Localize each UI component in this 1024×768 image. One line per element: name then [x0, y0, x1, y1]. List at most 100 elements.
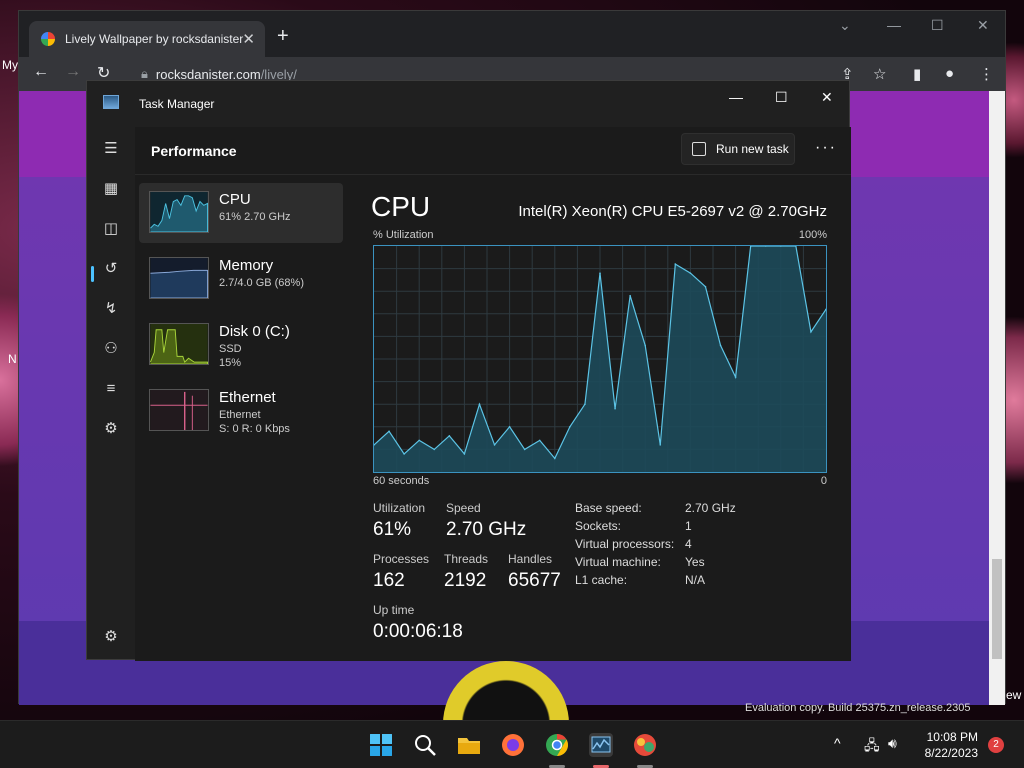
task-manager-icon[interactable]	[589, 733, 613, 757]
cpu-data-point	[629, 294, 631, 297]
cpu-data-point	[719, 344, 722, 347]
cpu-data-point	[674, 263, 677, 265]
tab-search-icon[interactable]: ⌄	[839, 17, 851, 34]
run-task-icon	[692, 142, 706, 156]
page-scrollbar[interactable]	[989, 91, 1005, 705]
spec-key: L1 cache:	[575, 573, 628, 587]
device-item-disk[interactable]: Disk 0 (C:) SSD 15%	[139, 315, 343, 375]
device-subtitle: 2.7/4.0 GB (68%)	[219, 277, 304, 289]
side-panel-icon[interactable]: ▮	[913, 65, 921, 83]
tab-title: Lively Wallpaper by rocksdanister	[65, 32, 244, 46]
menu-kebab-icon[interactable]: ⋮	[979, 65, 994, 83]
cpu-detail-panel: CPU Intel(R) Xeon(R) CPU E5-2697 v2 @ 2.…	[371, 183, 841, 661]
spec-value: 1	[685, 519, 692, 533]
cpu-data-point	[463, 453, 466, 455]
device-list: CPU 61% 2.70 GHz Memory 2.7/4.0 GB (68%)…	[139, 183, 343, 447]
stat-value: 2192	[444, 570, 487, 591]
device-subtitle: 15%	[219, 357, 242, 369]
cpu-data-point	[780, 246, 782, 247]
cpu-data-point	[810, 331, 812, 333]
maximize-icon[interactable]: ☐	[931, 17, 944, 34]
cpu-data-point	[749, 246, 752, 247]
favicon-icon	[41, 32, 55, 46]
performance-icon[interactable]: ◫	[101, 219, 121, 239]
users-icon[interactable]: ⚇	[101, 339, 121, 359]
desktop-icon-label[interactable]: My	[2, 58, 18, 72]
network-icon[interactable]: 🖧	[864, 735, 880, 759]
device-item-memory[interactable]: Memory 2.7/4.0 GB (68%)	[139, 249, 343, 309]
details-icon[interactable]: ≡	[101, 379, 121, 399]
device-item-ethernet[interactable]: Ethernet Ethernet S: 0 R: 0 Kbps	[139, 381, 343, 441]
spec-value: 4	[685, 537, 692, 551]
cpu-data-point	[418, 439, 420, 442]
device-subtitle: S: 0 R: 0 Kbps	[219, 423, 290, 435]
file-explorer-icon[interactable]	[457, 733, 481, 757]
show-hidden-icons-chevron-icon[interactable]: ^	[834, 735, 841, 751]
cpu-data-point	[734, 376, 737, 378]
ethernet-mini-graph	[149, 389, 209, 431]
cpu-data-point	[523, 448, 526, 451]
stat-value: 162	[373, 570, 405, 591]
device-name: Memory	[219, 257, 274, 274]
notification-badge[interactable]: 2	[988, 737, 1004, 753]
new-tab-icon[interactable]: +	[277, 25, 289, 48]
cpu-data-point	[508, 426, 511, 428]
more-options-icon[interactable]: ···	[815, 139, 837, 157]
cpu-data-point	[433, 448, 436, 451]
stat-value: 65677	[508, 570, 561, 591]
cpu-utilization-chart	[373, 245, 827, 473]
hamburger-menu-icon[interactable]: ☰	[101, 139, 121, 159]
active-indicator	[91, 266, 94, 282]
cpu-mini-graph	[149, 191, 209, 233]
device-subtitle: SSD	[219, 343, 242, 355]
minimize-icon[interactable]: —	[729, 89, 743, 105]
nav-rail: ☰ ▦ ◫ ↺ ↯ ⚇ ≡ ⚙ ⚙	[87, 127, 135, 661]
task-manager-window: Task Manager — ☐ ✕ ☰ ▦ ◫ ↺ ↯ ⚇ ≡ ⚙ ⚙ Per…	[86, 80, 851, 661]
y-axis-label: % Utilization	[373, 229, 434, 241]
cpu-data-point	[825, 308, 826, 311]
settings-gear-icon[interactable]: ⚙	[101, 627, 121, 647]
cpu-data-point	[493, 444, 496, 446]
clock[interactable]: 10:08 PM 8/22/2023	[914, 729, 978, 761]
firefox-icon[interactable]	[501, 733, 525, 757]
lively-wallpaper-icon[interactable]	[633, 733, 657, 757]
startup-apps-icon[interactable]: ↯	[101, 299, 121, 319]
minimize-icon[interactable]: —	[887, 17, 901, 33]
stat-label: Utilization	[373, 501, 426, 515]
processes-icon[interactable]: ▦	[101, 179, 121, 199]
close-icon[interactable]: ✕	[821, 89, 833, 106]
stat-value: 2.70 GHz	[446, 519, 527, 540]
scrollbar-thumb[interactable]	[992, 559, 1002, 659]
desktop-icon-label[interactable]: ew	[1006, 688, 1021, 702]
forward-icon[interactable]: →	[65, 63, 81, 81]
cpu-data-point	[704, 285, 707, 288]
cpu-data-point	[538, 439, 541, 442]
spec-key: Virtual machine:	[575, 555, 661, 569]
cpu-data-point	[448, 435, 451, 437]
app-history-icon[interactable]: ↺	[101, 259, 121, 279]
profile-icon[interactable]: ●	[945, 65, 954, 82]
run-new-task-button[interactable]: Run new task	[681, 133, 795, 165]
close-window-icon[interactable]: ✕	[977, 17, 989, 34]
stat-label: Threads	[444, 552, 489, 566]
desktop-icon-label[interactable]: N	[8, 352, 17, 366]
back-icon[interactable]: ←	[33, 63, 49, 81]
clock-time: 10:08 PM	[926, 730, 978, 744]
taskbar: ^ 🖧 🔊︎ 10:08 PM 8/22/2023 2	[0, 720, 1024, 768]
maximize-icon[interactable]: ☐	[775, 89, 788, 106]
spec-key: Sockets:	[575, 519, 622, 533]
cpu-data-point	[659, 444, 662, 446]
start-windows-icon[interactable]	[369, 733, 393, 757]
browser-tab[interactable]: Lively Wallpaper by rocksdanister ✕	[29, 21, 265, 57]
bookmark-star-icon[interactable]: ☆	[873, 65, 886, 83]
device-name: CPU	[219, 191, 251, 208]
device-name: Ethernet	[219, 389, 276, 406]
volume-icon[interactable]: 🔊︎	[888, 735, 897, 752]
close-tab-icon[interactable]: ✕	[242, 30, 255, 48]
tab-strip: Lively Wallpaper by rocksdanister ✕ + ⌄ …	[19, 11, 1005, 57]
services-icon[interactable]: ⚙	[101, 419, 121, 439]
search-icon[interactable]	[413, 733, 437, 757]
x-axis-left-label: 60 seconds	[373, 475, 430, 487]
chrome-icon[interactable]	[545, 733, 569, 757]
device-item-cpu[interactable]: CPU 61% 2.70 GHz	[139, 183, 343, 243]
